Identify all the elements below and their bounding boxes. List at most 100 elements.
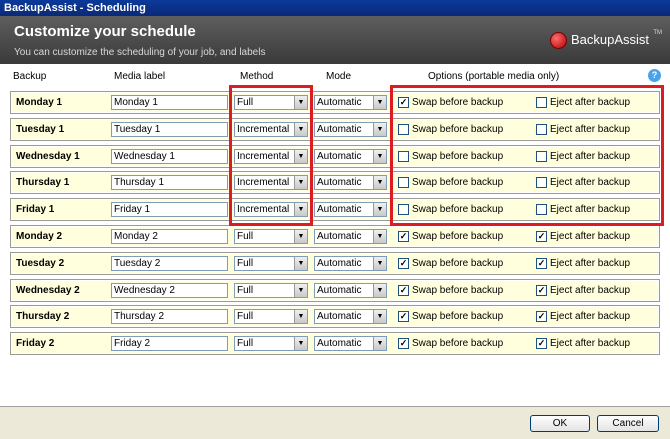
- media-label-input[interactable]: Tuesday 2: [111, 255, 228, 271]
- swap-before-backup-label[interactable]: Swap before backup: [412, 311, 503, 322]
- swap-before-backup-label[interactable]: Swap before backup: [412, 97, 503, 108]
- eject-after-backup-label[interactable]: Eject after backup: [550, 231, 630, 242]
- swap-before-backup-checkbox[interactable]: ✓: [398, 257, 409, 269]
- chevron-down-icon[interactable]: ▼: [294, 96, 307, 109]
- swap-before-backup-checkbox[interactable]: ✓: [398, 338, 409, 350]
- media-label-input[interactable]: Friday 2: [111, 336, 228, 352]
- help-icon[interactable]: ?: [648, 69, 661, 82]
- mode-select[interactable]: Automatic ▼: [314, 95, 387, 110]
- ok-button[interactable]: OK: [530, 415, 590, 432]
- swap-before-backup-label[interactable]: Swap before backup: [412, 151, 503, 162]
- swap-before-backup-checkbox[interactable]: [398, 150, 409, 162]
- method-select[interactable]: Full ▼: [234, 95, 308, 110]
- media-label-input[interactable]: Monday 1: [111, 95, 228, 110]
- method-select[interactable]: Incremental ▼: [234, 148, 308, 164]
- swap-before-backup-label[interactable]: Swap before backup: [412, 204, 503, 215]
- chevron-down-icon[interactable]: ▼: [294, 203, 307, 217]
- method-select[interactable]: Full ▼: [234, 336, 308, 352]
- swap-before-backup-label[interactable]: Swap before backup: [412, 124, 503, 135]
- mode-select[interactable]: Automatic ▼: [314, 336, 387, 352]
- mode-value: Automatic: [317, 311, 362, 323]
- eject-after-backup-checkbox[interactable]: ✓: [536, 284, 547, 296]
- swap-before-backup-label[interactable]: Swap before backup: [412, 338, 503, 349]
- method-value: Incremental: [237, 177, 290, 189]
- media-label-input[interactable]: Monday 2: [111, 229, 228, 244]
- mode-select[interactable]: Automatic ▼: [314, 148, 387, 164]
- eject-after-backup-checkbox[interactable]: ✓: [536, 257, 547, 269]
- swap-before-backup-checkbox[interactable]: ✓: [398, 284, 409, 296]
- media-label-input[interactable]: Friday 1: [111, 202, 228, 218]
- mode-select[interactable]: Automatic ▼: [314, 121, 387, 137]
- page-subtitle: You can customize the scheduling of your…: [14, 47, 266, 58]
- eject-after-backup-label[interactable]: Eject after backup: [550, 311, 630, 322]
- method-value: Incremental: [237, 123, 290, 135]
- eject-after-backup-label[interactable]: Eject after backup: [550, 338, 630, 349]
- chevron-down-icon[interactable]: ▼: [373, 96, 386, 109]
- swap-before-backup-label[interactable]: Swap before backup: [412, 231, 503, 242]
- chevron-down-icon[interactable]: ▼: [294, 256, 307, 270]
- media-label-input[interactable]: Wednesday 1: [111, 148, 228, 164]
- eject-after-backup-checkbox[interactable]: ✓: [536, 311, 547, 323]
- swap-before-backup-checkbox[interactable]: [398, 177, 409, 189]
- mode-select[interactable]: Automatic ▼: [314, 309, 387, 325]
- mode-select[interactable]: Automatic ▼: [314, 255, 387, 271]
- chevron-down-icon[interactable]: ▼: [294, 310, 307, 324]
- eject-after-backup-checkbox[interactable]: ✓: [536, 231, 547, 242]
- chevron-down-icon[interactable]: ▼: [373, 122, 386, 136]
- chevron-down-icon[interactable]: ▼: [294, 122, 307, 136]
- swap-before-backup-checkbox[interactable]: ✓: [398, 231, 409, 242]
- eject-after-backup-checkbox[interactable]: [536, 177, 547, 189]
- chevron-down-icon[interactable]: ▼: [373, 310, 386, 324]
- chevron-down-icon[interactable]: ▼: [373, 337, 386, 351]
- chevron-down-icon[interactable]: ▼: [373, 230, 386, 243]
- eject-after-backup-label[interactable]: Eject after backup: [550, 258, 630, 269]
- chevron-down-icon[interactable]: ▼: [294, 230, 307, 243]
- mode-select[interactable]: Automatic ▼: [314, 175, 387, 191]
- eject-after-backup-checkbox[interactable]: [536, 123, 547, 135]
- eject-after-backup-label[interactable]: Eject after backup: [550, 204, 630, 215]
- media-label-input[interactable]: Thursday 1: [111, 175, 228, 191]
- method-select[interactable]: Incremental ▼: [234, 175, 308, 191]
- swap-before-backup-checkbox[interactable]: ✓: [398, 97, 409, 108]
- chevron-down-icon[interactable]: ▼: [373, 283, 386, 297]
- method-select[interactable]: Full ▼: [234, 255, 308, 271]
- chevron-down-icon[interactable]: ▼: [294, 149, 307, 163]
- chevron-down-icon[interactable]: ▼: [294, 176, 307, 190]
- method-select[interactable]: Incremental ▼: [234, 121, 308, 137]
- media-label-input[interactable]: Tuesday 1: [111, 121, 228, 137]
- eject-after-backup-label[interactable]: Eject after backup: [550, 151, 630, 162]
- eject-after-backup-label[interactable]: Eject after backup: [550, 177, 630, 188]
- eject-after-backup-checkbox[interactable]: [536, 97, 547, 108]
- mode-select[interactable]: Automatic ▼: [314, 202, 387, 218]
- swap-before-backup-label[interactable]: Swap before backup: [412, 258, 503, 269]
- eject-after-backup-checkbox[interactable]: [536, 150, 547, 162]
- eject-after-backup-label[interactable]: Eject after backup: [550, 124, 630, 135]
- logo-text: BackupAssist: [571, 32, 650, 47]
- swap-before-backup-checkbox[interactable]: [398, 123, 409, 135]
- swap-before-backup-checkbox[interactable]: [398, 204, 409, 216]
- eject-after-backup-checkbox[interactable]: [536, 204, 547, 216]
- chevron-down-icon[interactable]: ▼: [373, 256, 386, 270]
- chevron-down-icon[interactable]: ▼: [373, 203, 386, 217]
- eject-after-backup-label[interactable]: Eject after backup: [550, 97, 630, 108]
- chevron-down-icon[interactable]: ▼: [373, 176, 386, 190]
- media-label-input[interactable]: Wednesday 2: [111, 282, 228, 298]
- mode-select[interactable]: Automatic ▼: [314, 229, 387, 244]
- chevron-down-icon[interactable]: ▼: [373, 149, 386, 163]
- chevron-down-icon[interactable]: ▼: [294, 283, 307, 297]
- method-select[interactable]: Full ▼: [234, 229, 308, 244]
- swap-before-backup-checkbox[interactable]: ✓: [398, 311, 409, 323]
- col-options: Options (portable media only): [428, 71, 560, 82]
- mode-select[interactable]: Automatic ▼: [314, 282, 387, 298]
- cancel-button[interactable]: Cancel: [597, 415, 659, 432]
- chevron-down-icon[interactable]: ▼: [294, 337, 307, 351]
- method-select[interactable]: Full ▼: [234, 282, 308, 298]
- swap-before-backup-label[interactable]: Swap before backup: [412, 285, 503, 296]
- eject-after-backup-checkbox[interactable]: ✓: [536, 338, 547, 350]
- method-select[interactable]: Full ▼: [234, 309, 308, 325]
- method-select[interactable]: Incremental ▼: [234, 202, 308, 218]
- media-label-input[interactable]: Thursday 2: [111, 309, 228, 325]
- swap-before-backup-label[interactable]: Swap before backup: [412, 177, 503, 188]
- mode-value: Automatic: [317, 231, 362, 242]
- eject-after-backup-label[interactable]: Eject after backup: [550, 285, 630, 296]
